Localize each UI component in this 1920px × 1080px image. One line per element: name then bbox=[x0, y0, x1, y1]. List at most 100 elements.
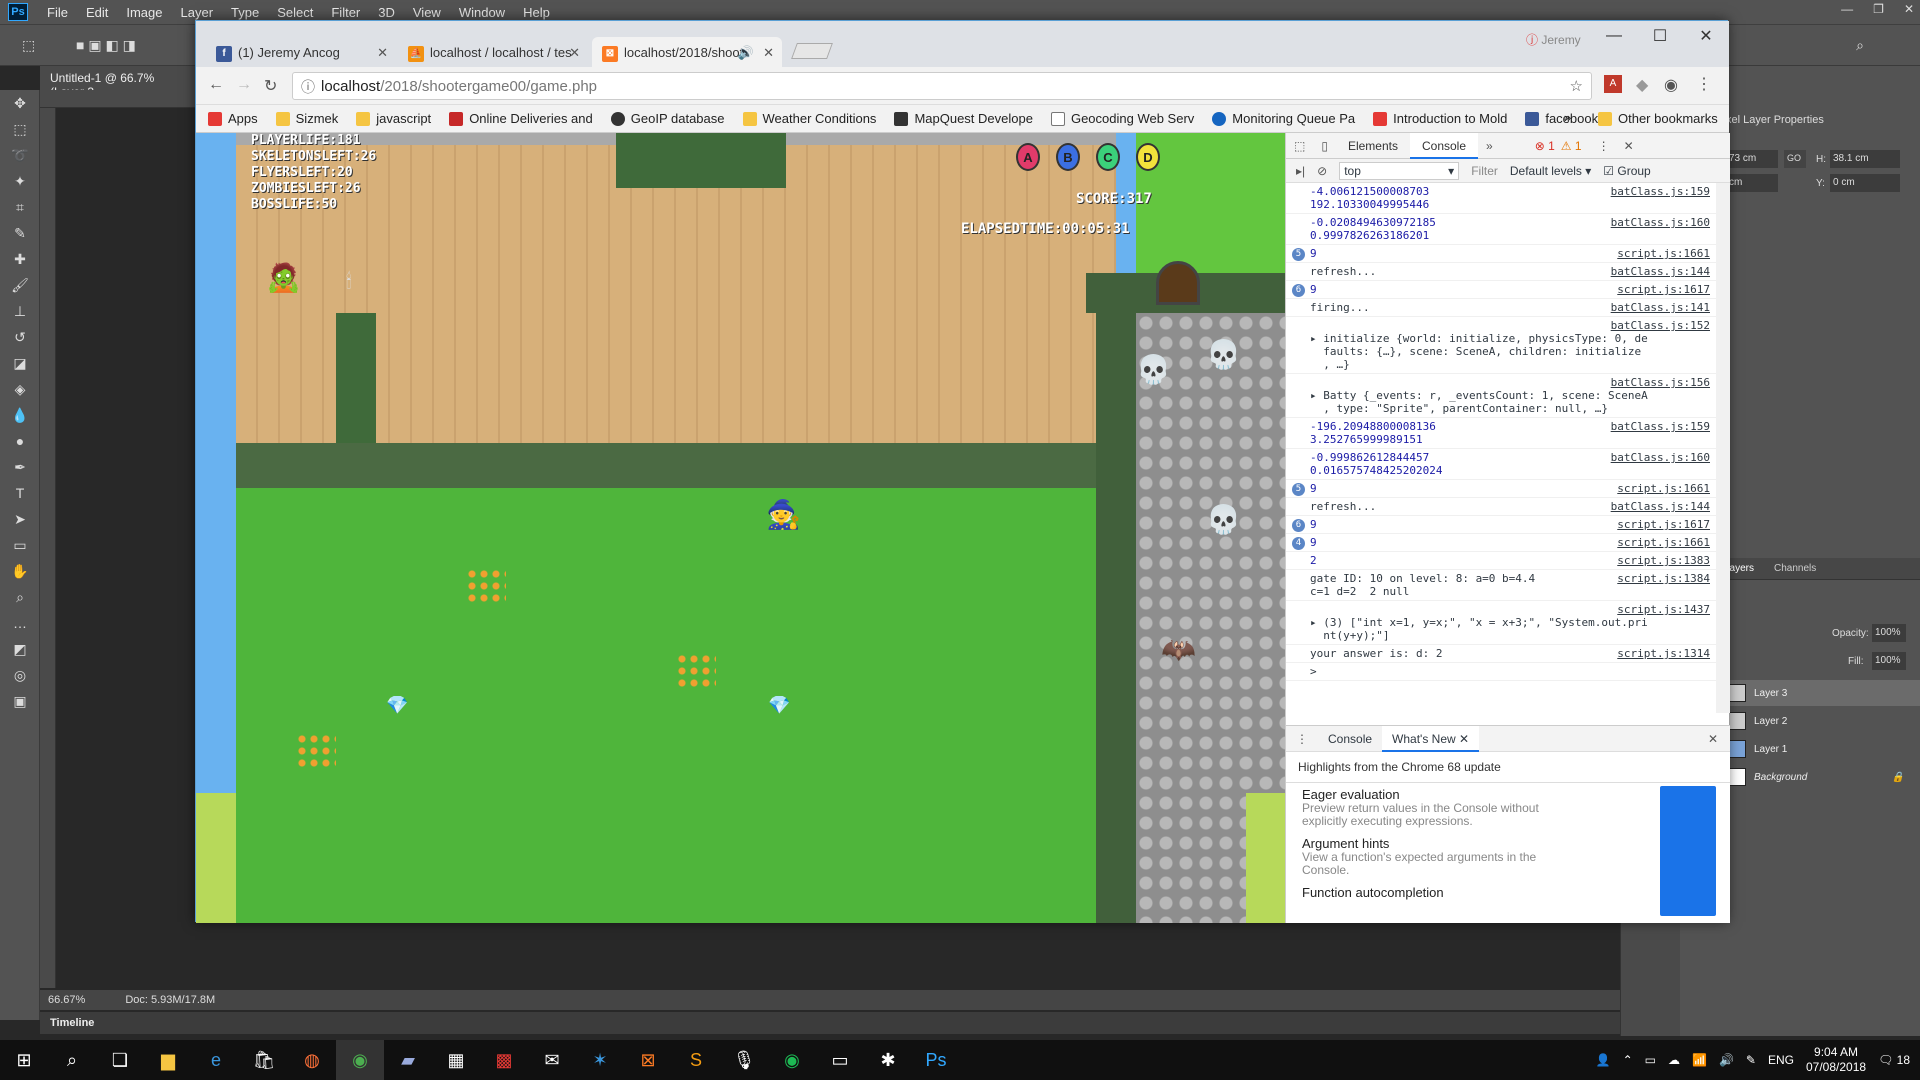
source-link[interactable]: batClass.js:144 bbox=[1611, 500, 1710, 513]
width-field[interactable]: 73 cm bbox=[1726, 150, 1778, 168]
bookmark-item[interactable]: Monitoring Queue Pa bbox=[1212, 111, 1355, 126]
network-icon[interactable]: 📶 bbox=[1692, 1053, 1707, 1067]
console-scrollbar[interactable] bbox=[1716, 183, 1730, 713]
people-icon[interactable]: 👤 bbox=[1596, 1053, 1611, 1067]
crop-tool-icon[interactable]: ⌗ bbox=[0, 194, 40, 220]
quick-mask-icon[interactable]: ◎ bbox=[0, 662, 40, 688]
devtools-close-icon[interactable]: ✕ bbox=[1624, 139, 1634, 153]
extension-icon-2[interactable]: ◉ bbox=[1664, 75, 1678, 95]
path-select-icon[interactable]: ➤ bbox=[0, 506, 40, 532]
lasso-tool-icon[interactable]: ➰ bbox=[0, 142, 40, 168]
spotify-icon[interactable]: ◉ bbox=[768, 1040, 816, 1080]
maximize-icon[interactable]: ☐ bbox=[1637, 21, 1683, 51]
search-icon[interactable]: ⌕ bbox=[48, 1040, 96, 1080]
pen-icon[interactable]: ✎ bbox=[1746, 1053, 1756, 1067]
audio-playing-icon[interactable]: 🔊 bbox=[738, 45, 754, 61]
group-checkbox[interactable]: ☑ Group bbox=[1603, 164, 1650, 178]
device-toolbar-icon[interactable]: ▯ bbox=[1313, 139, 1336, 153]
onedrive-icon[interactable]: ☁ bbox=[1668, 1053, 1680, 1067]
ps-menu-3d[interactable]: 3D bbox=[369, 5, 404, 20]
bookmark-item[interactable]: Weather Conditions bbox=[742, 111, 876, 126]
ps-close-icon[interactable]: ✕ bbox=[1904, 2, 1914, 16]
ps-menu-filter[interactable]: Filter bbox=[322, 5, 369, 20]
y-field[interactable]: 0 cm bbox=[1830, 174, 1900, 192]
hand-tool-icon[interactable]: ✋ bbox=[0, 558, 40, 584]
sublime-icon[interactable]: S bbox=[672, 1040, 720, 1080]
forward-icon[interactable]: → bbox=[236, 76, 252, 94]
zoom-tool-icon[interactable]: ⌕ bbox=[0, 584, 40, 610]
firefox-icon[interactable]: ◍ bbox=[288, 1040, 336, 1080]
close-tab-icon[interactable]: ✕ bbox=[569, 45, 580, 61]
screen-mode-icon[interactable]: ▣ bbox=[0, 688, 40, 714]
source-link[interactable]: batClass.js:160 bbox=[1611, 216, 1710, 229]
source-link[interactable]: batClass.js:156 bbox=[1611, 376, 1710, 389]
source-link[interactable]: script.js:1661 bbox=[1617, 536, 1710, 549]
drawer-tab-whats-new[interactable]: What's New ✕ bbox=[1382, 725, 1480, 752]
source-link[interactable]: batClass.js:160 bbox=[1611, 451, 1710, 464]
file-explorer-icon[interactable]: ▆ bbox=[144, 1040, 192, 1080]
error-count[interactable]: ⊗ 1 bbox=[1535, 139, 1555, 153]
clock[interactable]: 9:04 AM 07/08/2018 bbox=[1806, 1045, 1866, 1075]
filter-input[interactable]: Filter bbox=[1471, 164, 1498, 178]
ps-menu-window[interactable]: Window bbox=[450, 5, 514, 20]
more-bookmarks-button[interactable]: » bbox=[1564, 110, 1571, 125]
source-link[interactable]: batClass.js:152 bbox=[1611, 319, 1710, 332]
profile-button[interactable]: ⓙ Jeremy bbox=[1526, 31, 1581, 48]
drawer-tab-console[interactable]: Console bbox=[1318, 726, 1382, 752]
opacity-field[interactable]: 100% bbox=[1872, 624, 1906, 642]
sidebar-toggle-icon[interactable]: ▸| bbox=[1296, 164, 1305, 178]
dodge-tool-icon[interactable]: ● bbox=[0, 428, 40, 454]
edge-icon[interactable]: e bbox=[192, 1040, 240, 1080]
color-swatches-icon[interactable]: ◩ bbox=[0, 636, 40, 662]
store-icon[interactable]: 🛍 bbox=[240, 1040, 288, 1080]
chrome-menu-icon[interactable]: ⋮ bbox=[1696, 74, 1712, 94]
ps-menu-type[interactable]: Type bbox=[222, 5, 268, 20]
ps-menu-view[interactable]: View bbox=[404, 5, 450, 20]
battery-icon[interactable]: ▭ bbox=[1645, 1053, 1656, 1067]
source-link[interactable]: script.js:1437 bbox=[1617, 603, 1710, 616]
marquee-tool-icon[interactable]: ⬚ bbox=[0, 116, 40, 142]
layer-row[interactable]: Layer 1 bbox=[1720, 736, 1920, 762]
devtools-menu-icon[interactable]: ⋮ bbox=[1598, 139, 1610, 153]
browser-tab[interactable]: ⛵ localhost / localhost / tes ✕ bbox=[398, 37, 588, 67]
ps-menu-select[interactable]: Select bbox=[268, 5, 322, 20]
close-tab-icon[interactable]: ✕ bbox=[377, 45, 388, 61]
mail-icon[interactable]: ✉ bbox=[528, 1040, 576, 1080]
ps-menu-file[interactable]: File bbox=[38, 5, 77, 20]
log-levels-select[interactable]: Default levels ▾ bbox=[1510, 164, 1591, 178]
ps-timeline-tab[interactable]: Timeline bbox=[40, 1012, 1640, 1034]
fill-field[interactable]: 100% bbox=[1872, 652, 1906, 670]
context-select[interactable]: top ▾ bbox=[1339, 161, 1460, 180]
minimize-icon[interactable]: — bbox=[1591, 21, 1637, 51]
search-icon[interactable]: ⌕ bbox=[1856, 37, 1864, 54]
source-link[interactable]: script.js:1314 bbox=[1617, 647, 1710, 660]
layer-row[interactable]: Layer 3 bbox=[1720, 680, 1920, 706]
bookmark-item[interactable]: Introduction to Mold bbox=[1373, 111, 1507, 126]
source-link[interactable]: script.js:1617 bbox=[1617, 518, 1710, 531]
bookmark-item[interactable]: Geocoding Web Serv bbox=[1050, 111, 1194, 126]
layer-row[interactable]: Background 🔒 bbox=[1720, 764, 1920, 790]
bookmark-star-icon[interactable]: ☆ bbox=[1570, 77, 1583, 95]
pen-tool-icon[interactable]: ✒ bbox=[0, 454, 40, 480]
bookmark-item[interactable]: Online Deliveries and bbox=[449, 111, 593, 126]
marquee-tool-icon[interactable]: ⬚ bbox=[22, 37, 35, 54]
source-link[interactable]: script.js:1384 bbox=[1617, 572, 1710, 585]
ps-document-tab[interactable]: Untitled-1 @ 66.7% (Layer 3 bbox=[40, 66, 200, 99]
source-link[interactable]: script.js:1383 bbox=[1617, 554, 1710, 567]
source-link[interactable]: batClass.js:144 bbox=[1611, 265, 1710, 278]
photoshop-icon[interactable]: Ps bbox=[912, 1040, 960, 1080]
source-link[interactable]: script.js:1661 bbox=[1617, 482, 1710, 495]
ps-menu-help[interactable]: Help bbox=[514, 5, 559, 20]
zoom-level[interactable]: 66.67% bbox=[48, 994, 85, 1006]
bookmark-item[interactable]: Apps bbox=[208, 111, 258, 126]
ps-menu-edit[interactable]: Edit bbox=[77, 5, 117, 20]
browser-tab-active[interactable]: ⊠ localhost/2018/shoot 🔊 ✕ bbox=[592, 37, 782, 67]
terminal-icon[interactable]: ▭ bbox=[816, 1040, 864, 1080]
close-icon[interactable]: ✕ bbox=[1683, 21, 1729, 51]
bookmark-item[interactable]: facebook bbox=[1525, 111, 1598, 126]
other-bookmarks-folder[interactable]: Other bookmarks bbox=[1598, 111, 1718, 126]
tab-elements[interactable]: Elements bbox=[1336, 133, 1410, 159]
back-icon[interactable]: ← bbox=[208, 76, 224, 94]
x-field[interactable]: cm bbox=[1726, 174, 1778, 192]
address-bar[interactable]: ⓘ localhost/2018/shootergame00/game.php … bbox=[292, 72, 1592, 100]
